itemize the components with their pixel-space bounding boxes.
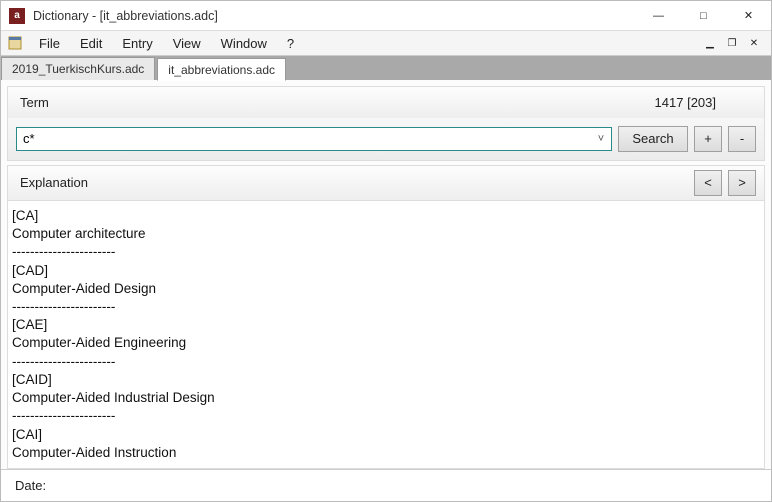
menu-view[interactable]: View bbox=[163, 33, 211, 54]
maximize-button[interactable]: □ bbox=[681, 1, 726, 31]
app-icon: a bbox=[9, 8, 25, 24]
explanation-header: Explanation < > bbox=[7, 165, 765, 201]
prev-button[interactable]: < bbox=[694, 170, 722, 196]
search-button[interactable]: Search bbox=[618, 126, 688, 152]
title-bar: a Dictionary - [it_abbreviations.adc] ― … bbox=[1, 1, 771, 31]
menu-file[interactable]: File bbox=[29, 33, 70, 54]
term-label: Term bbox=[16, 91, 51, 114]
term-header: Term 1417 [203] bbox=[7, 86, 765, 118]
window-title: Dictionary - [it_abbreviations.adc] bbox=[33, 9, 218, 23]
app-menu-icon bbox=[7, 35, 23, 51]
menu-window[interactable]: Window bbox=[211, 33, 277, 54]
content-area: Term 1417 [203] ˅ Search + - Explanation… bbox=[1, 80, 771, 469]
term-combobox[interactable]: ˅ bbox=[16, 127, 612, 151]
mdi-close-button[interactable]: ✕ bbox=[745, 35, 763, 51]
menu-edit[interactable]: Edit bbox=[70, 33, 112, 54]
chevron-down-icon[interactable]: ˅ bbox=[591, 133, 611, 145]
add-button[interactable]: + bbox=[694, 126, 722, 152]
document-tab-bar: 2019_TuerkischKurs.adc it_abbreviations.… bbox=[1, 56, 771, 79]
menu-help[interactable]: ? bbox=[277, 33, 304, 54]
menu-bar: File Edit Entry View Window ? ▁ ❐ ✕ bbox=[1, 31, 771, 56]
tab-tuerkischkurs[interactable]: 2019_TuerkischKurs.adc bbox=[1, 57, 155, 80]
mdi-minimize-button[interactable]: ▁ bbox=[701, 35, 719, 51]
mdi-restore-button[interactable]: ❐ bbox=[723, 35, 741, 51]
date-label: Date: bbox=[15, 478, 46, 493]
next-button[interactable]: > bbox=[728, 170, 756, 196]
result-count: 1417 [203] bbox=[655, 95, 756, 110]
remove-button[interactable]: - bbox=[728, 126, 756, 152]
tab-it-abbreviations[interactable]: it_abbreviations.adc bbox=[157, 58, 286, 81]
explanation-label: Explanation bbox=[16, 171, 90, 194]
menu-entry[interactable]: Entry bbox=[112, 33, 162, 54]
status-bar: Date: bbox=[1, 469, 771, 501]
explanation-body: [CA] Computer architecture -------------… bbox=[7, 201, 765, 469]
close-button[interactable]: ✕ bbox=[726, 1, 771, 31]
term-input[interactable] bbox=[17, 128, 591, 150]
search-row: ˅ Search + - bbox=[7, 118, 765, 161]
minimize-button[interactable]: ― bbox=[636, 1, 681, 31]
